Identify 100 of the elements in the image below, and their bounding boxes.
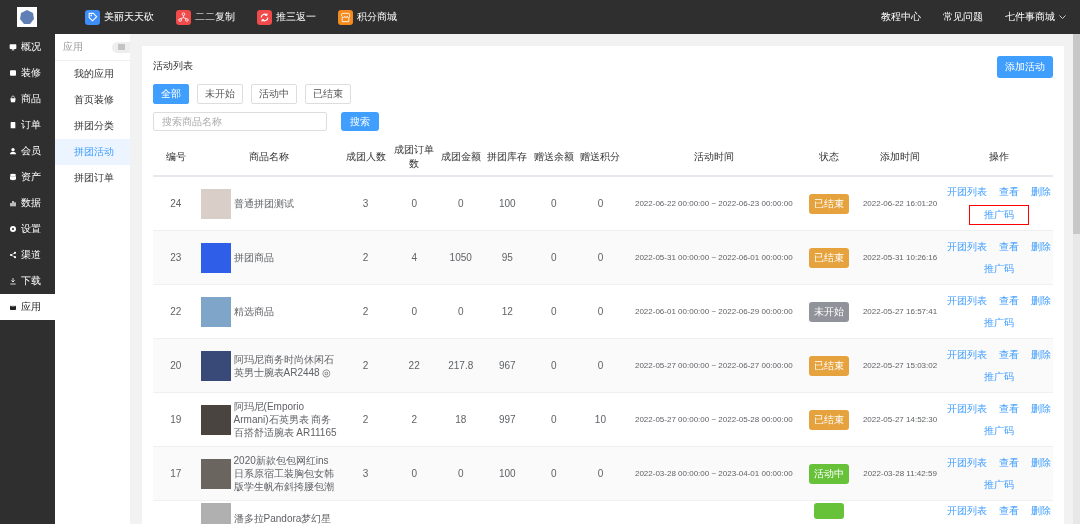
sidebar-item[interactable]: 会员 bbox=[0, 138, 55, 164]
menu-icon bbox=[117, 44, 125, 50]
table-cell: 4 bbox=[390, 230, 438, 285]
app-link[interactable]: 积分商城 bbox=[338, 9, 397, 25]
sidebar-item[interactable]: 装修 bbox=[0, 60, 55, 86]
sidebar-item[interactable]: 下载 bbox=[0, 268, 55, 294]
action-link[interactable]: 查看 bbox=[997, 454, 1022, 471]
subnav-item[interactable]: 拼团订单 bbox=[55, 165, 130, 191]
table-cell: 3 bbox=[340, 446, 391, 501]
table-cell: 2022-05-31 10:26:16 bbox=[854, 230, 946, 285]
photo-placeholder bbox=[200, 503, 231, 524]
emblem-icon bbox=[19, 9, 35, 25]
sidebar-item[interactable]: 应用 bbox=[0, 294, 55, 320]
promo-code-link[interactable]: 推广码 bbox=[982, 368, 1017, 385]
sidebar-item[interactable]: 概况 bbox=[0, 34, 55, 60]
action-link[interactable]: 删除 bbox=[1029, 454, 1054, 471]
subnav-item[interactable]: 拼团分类 bbox=[55, 113, 130, 139]
table-cell: 967 bbox=[484, 338, 531, 393]
filter-tab[interactable]: 全部 bbox=[153, 84, 189, 104]
action-link[interactable]: 删除 bbox=[1029, 183, 1054, 200]
action-link[interactable]: 开团列表 bbox=[945, 503, 990, 519]
logo[interactable] bbox=[17, 7, 37, 27]
filter-tab[interactable]: 未开始 bbox=[197, 84, 243, 104]
action-link[interactable]: 删除 bbox=[1029, 400, 1054, 417]
sidebar-item[interactable]: 订单 bbox=[0, 112, 55, 138]
sidebar-item[interactable]: 资产 bbox=[0, 164, 55, 190]
action-link[interactable]: 删除 bbox=[1029, 292, 1054, 309]
promo-code-link[interactable]: 推广码 bbox=[970, 205, 1029, 224]
header-link[interactable]: 教程中心 bbox=[881, 10, 921, 24]
status-badge: 已结束 bbox=[809, 355, 850, 376]
promo-code-link[interactable]: 推广码 bbox=[982, 314, 1017, 331]
action-link[interactable]: 查看 bbox=[997, 400, 1022, 417]
sidebar-item[interactable]: 商品 bbox=[0, 86, 55, 112]
table-cell: 2022-06-22 00:00:00 ~ 2022-06-23 00:00:00 bbox=[623, 176, 804, 231]
gear-icon bbox=[9, 225, 17, 233]
action-link[interactable]: 查看 bbox=[997, 503, 1022, 519]
scrollbar-thumb[interactable] bbox=[1073, 34, 1080, 234]
table-cell: 997 bbox=[484, 392, 531, 447]
app-link[interactable]: 二二复制 bbox=[176, 9, 235, 25]
header-link[interactable]: 常见问题 bbox=[943, 10, 983, 24]
app-link[interactable]: 美丽天天砍 bbox=[85, 9, 154, 25]
share-icon bbox=[9, 251, 17, 259]
subnav-item[interactable]: 我的应用 bbox=[55, 61, 130, 87]
status-badge: 已结束 bbox=[809, 409, 850, 430]
action-link[interactable]: 查看 bbox=[997, 292, 1022, 309]
search-field[interactable]: 搜索商品名称 bbox=[153, 112, 327, 131]
promo-code-link[interactable]: 推广码 bbox=[982, 476, 1017, 493]
page-title: 活动列表 bbox=[153, 59, 193, 73]
table-cell: 2022-05-27 15:03:02 bbox=[854, 338, 946, 393]
subnav-item[interactable]: 拼团活动 bbox=[55, 139, 130, 165]
table-cell: 0 bbox=[390, 176, 438, 231]
clipboard-icon bbox=[9, 121, 17, 129]
chevron-down-icon bbox=[1059, 14, 1066, 20]
action-link[interactable]: 开团列表 bbox=[945, 346, 990, 363]
photo-placeholder bbox=[200, 350, 231, 381]
column-header: 成团人数 bbox=[340, 139, 391, 176]
product-name: 精选商品 bbox=[233, 305, 274, 318]
action-link[interactable]: 开团列表 bbox=[945, 183, 990, 200]
sidebar-item[interactable]: 设置 bbox=[0, 216, 55, 242]
action-link[interactable]: 删除 bbox=[1029, 346, 1054, 363]
table-cell: 0 bbox=[390, 446, 438, 501]
table-cell: 100 bbox=[484, 446, 531, 501]
table-cell: 2 bbox=[390, 392, 438, 447]
app-link[interactable]: 推三返一 bbox=[257, 9, 316, 25]
table-cell: 2 bbox=[340, 284, 391, 339]
column-header: 状态 bbox=[803, 139, 855, 176]
promo-code-link[interactable]: 推广码 bbox=[982, 422, 1017, 439]
action-link[interactable]: 查看 bbox=[997, 346, 1022, 363]
status-badge: 活动中 bbox=[809, 463, 850, 484]
table-cell: 20 bbox=[153, 338, 199, 393]
add-activity-button[interactable]: 添加活动 bbox=[997, 56, 1053, 78]
filter-tab[interactable]: 已结束 bbox=[305, 84, 351, 104]
action-link[interactable]: 开团列表 bbox=[945, 454, 990, 471]
action-link[interactable]: 查看 bbox=[997, 183, 1022, 200]
action-link[interactable]: 删除 bbox=[1029, 238, 1054, 255]
product-name: 潘多拉Pandora梦幻星 bbox=[233, 511, 332, 524]
filter-tab[interactable]: 活动中 bbox=[251, 84, 297, 104]
sidebar-item[interactable]: 数据 bbox=[0, 190, 55, 216]
table-cell: 95 bbox=[484, 230, 531, 285]
table-cell: 2 bbox=[340, 392, 391, 447]
action-link[interactable]: 查看 bbox=[997, 238, 1022, 255]
table-cell: 2022-03-28 00:00:00 ~ 2023-04-01 00:00:00 bbox=[623, 446, 804, 501]
table-cell: 0 bbox=[530, 284, 578, 339]
table-cell: 12 bbox=[484, 284, 531, 339]
collapse-button[interactable] bbox=[112, 41, 130, 53]
product-name: 阿玛尼商务时尚休闲石英男士腕表AR2448 ◎ bbox=[233, 352, 335, 379]
table-cell: 22 bbox=[153, 284, 199, 339]
action-link[interactable]: 开团列表 bbox=[945, 400, 990, 417]
scrollbar[interactable] bbox=[1073, 34, 1080, 524]
account-menu[interactable]: 七件事商城 bbox=[1005, 10, 1055, 24]
photo-placeholder bbox=[200, 188, 231, 219]
action-link[interactable]: 开团列表 bbox=[945, 238, 990, 255]
subnav-item[interactable]: 首页装修 bbox=[55, 87, 130, 113]
table-cell: 0 bbox=[530, 392, 578, 447]
promo-code-link[interactable]: 推广码 bbox=[982, 260, 1017, 277]
sidebar-item[interactable]: 渠道 bbox=[0, 242, 55, 268]
table-cell: 2022-05-27 16:57:41 bbox=[854, 284, 946, 339]
action-link[interactable]: 开团列表 bbox=[945, 292, 990, 309]
search-button[interactable]: 搜索 bbox=[341, 112, 379, 131]
action-link[interactable]: 删除 bbox=[1029, 503, 1054, 519]
